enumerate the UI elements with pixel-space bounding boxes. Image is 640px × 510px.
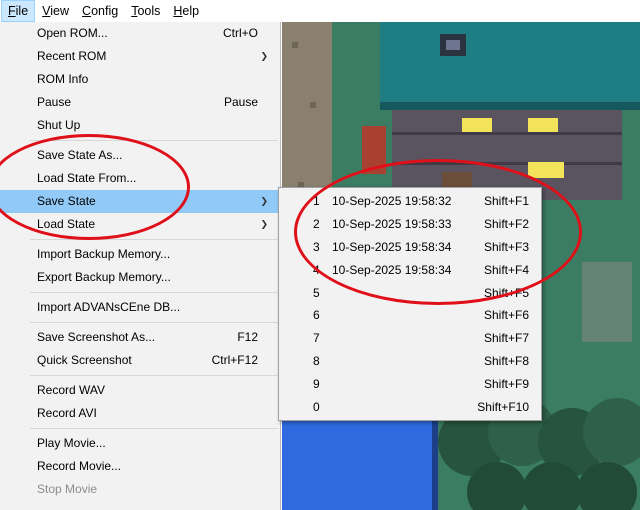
save-slot-number: 0 (313, 400, 320, 415)
menu-separator (0, 289, 280, 296)
save-slot-shortcut: Shift+F8 (483, 354, 529, 369)
save-slot-9[interactable]: 9 Shift+F9 (279, 373, 541, 396)
save-slot-6[interactable]: 6 Shift+F6 (279, 304, 541, 327)
menu-item-save-state[interactable]: Save State ❯ (0, 190, 280, 213)
save-slot-number: 1 (313, 194, 320, 208)
menu-separator (0, 372, 280, 379)
menu-item-label: Save Screenshot As... (37, 330, 156, 344)
menu-item-open-rom[interactable]: Open ROM... Ctrl+O (0, 22, 280, 45)
save-slot-timestamp: 10-Sep-2025 19:58:33 (332, 216, 452, 231)
menu-separator (0, 319, 280, 326)
menu-item-shortcut: F12 (237, 330, 258, 344)
menu-item-label: Import Backup Memory... (37, 247, 171, 261)
menu-item-label: Stop Movie (37, 482, 98, 496)
menubar-help[interactable]: Help (167, 0, 205, 22)
save-slot-shortcut: Shift+F7 (483, 331, 529, 346)
menu-item-label: Recent ROM (37, 49, 107, 63)
save-slot-timestamp: 10-Sep-2025 19:58:34 (332, 262, 452, 277)
menu-item-label: Open ROM... (37, 26, 108, 40)
menu-item-save-screenshot-as[interactable]: Save Screenshot As... F12 (0, 326, 280, 349)
menu-item-shortcut: Pause (223, 95, 258, 109)
save-slot-timestamp: 10-Sep-2025 19:58:34 (332, 239, 452, 254)
menu-item-stop-movie[interactable]: Stop Movie (0, 478, 280, 501)
file-menu-dropdown: Open ROM... Ctrl+O Recent ROM ❯ ROM Info Paus… (0, 22, 281, 510)
save-slot-shortcut: Shift+F10 (477, 400, 529, 415)
menu-item-shortcut: Ctrl+O (222, 26, 258, 40)
save-slot-2[interactable]: 2 10-Sep-2025 19:58:33 Shift+F2 (279, 213, 541, 236)
menu-item-shortcut: Ctrl+F12 (211, 353, 258, 367)
menu-item-label: Save State (37, 194, 96, 208)
menu-item-label: Record Movie... (37, 459, 122, 473)
menubar-config[interactable]: Config (76, 0, 124, 22)
menu-item-label: ROM Info (37, 72, 89, 86)
menu-item-quick-screenshot[interactable]: Quick Screenshot Ctrl+F12 (0, 349, 280, 372)
menu-item-label: Shut Up (37, 118, 81, 132)
chevron-right-icon: ❯ (260, 196, 268, 206)
save-slot-number: 3 (313, 239, 320, 254)
save-slot-timestamp: 10-Sep-2025 19:58:32 (332, 194, 452, 208)
save-slot-number: 2 (313, 216, 320, 231)
save-slot-number: 6 (313, 308, 320, 323)
menu-item-record-avi[interactable]: Record AVI (0, 402, 280, 425)
chevron-right-icon: ❯ (260, 219, 268, 229)
menu-item-recent-rom[interactable]: Recent ROM ❯ (0, 45, 280, 68)
save-slot-shortcut: Shift+F2 (483, 216, 529, 231)
menu-item-label: Play Movie... (37, 436, 106, 450)
menu-item-export-backup-memory[interactable]: Export Backup Memory... (0, 266, 280, 289)
save-slot-1[interactable]: 1 10-Sep-2025 19:58:32 Shift+F1 (279, 190, 541, 213)
save-slot-number: 4 (313, 262, 320, 277)
menu-separator (0, 236, 280, 243)
save-slot-number: 9 (313, 377, 320, 392)
menu-item-label: Load State From... (37, 171, 137, 185)
menu-item-label: Record WAV (37, 383, 106, 397)
menu-item-label: Load State (37, 217, 96, 231)
menu-item-save-state-as[interactable]: Save State As... (0, 144, 280, 167)
save-slot-8[interactable]: 8 Shift+F8 (279, 350, 541, 373)
menu-item-label: Export Backup Memory... (37, 270, 171, 284)
save-slot-number: 5 (313, 285, 320, 300)
menu-item-label: Pause (37, 95, 72, 109)
menu-item-import-backup-memory[interactable]: Import Backup Memory... (0, 243, 280, 266)
save-slot-shortcut: Shift+F6 (483, 308, 529, 323)
menu-separator (0, 137, 280, 144)
save-slot-shortcut: Shift+F1 (483, 194, 529, 208)
menu-item-play-movie[interactable]: Play Movie... (0, 432, 280, 455)
save-slot-5[interactable]: 5 Shift+F5 (279, 282, 541, 305)
menu-item-pause[interactable]: Pause Pause (0, 91, 280, 114)
save-slot-shortcut: Shift+F5 (483, 285, 529, 300)
save-slot-shortcut: Shift+F4 (483, 262, 529, 277)
menu-item-record-wav[interactable]: Record WAV (0, 379, 280, 402)
save-slot-7[interactable]: 7 Shift+F7 (279, 327, 541, 350)
save-slot-4[interactable]: 4 10-Sep-2025 19:58:34 Shift+F4 (279, 259, 541, 282)
save-slot-shortcut: Shift+F3 (483, 239, 529, 254)
menu-item-label: Import ADVANsCEne DB... (37, 300, 181, 314)
save-slot-shortcut: Shift+F9 (483, 377, 529, 392)
save-slot-0[interactable]: 0 Shift+F10 (279, 396, 541, 419)
menubar-view[interactable]: View (36, 0, 75, 22)
menu-item-import-advanscene-db[interactable]: Import ADVANsCEne DB... (0, 296, 280, 319)
menu-item-shut-up[interactable]: Shut Up (0, 114, 280, 137)
menu-separator (0, 425, 280, 432)
save-state-submenu: 1 10-Sep-2025 19:58:32 Shift+F1 2 10-Sep-202… (278, 187, 542, 421)
menu-item-label: Quick Screenshot (37, 353, 132, 367)
menu-item-record-movie[interactable]: Record Movie... (0, 455, 280, 478)
menubar-tools[interactable]: Tools (125, 0, 166, 22)
menu-item-label: Save State As... (37, 148, 123, 162)
save-slot-number: 8 (313, 354, 320, 369)
save-slot-3[interactable]: 3 10-Sep-2025 19:58:34 Shift+F3 (279, 236, 541, 259)
save-slot-number: 7 (313, 331, 320, 346)
menu-item-load-state[interactable]: Load State ❯ (0, 213, 280, 236)
menu-bar: File View Config Tools Help (0, 0, 640, 22)
menu-item-load-state-from[interactable]: Load State From... (0, 167, 280, 190)
menu-item-rom-info[interactable]: ROM Info (0, 68, 280, 91)
menubar-file[interactable]: File (1, 0, 36, 22)
chevron-right-icon: ❯ (260, 51, 268, 61)
menu-item-label: Record AVI (37, 406, 97, 420)
